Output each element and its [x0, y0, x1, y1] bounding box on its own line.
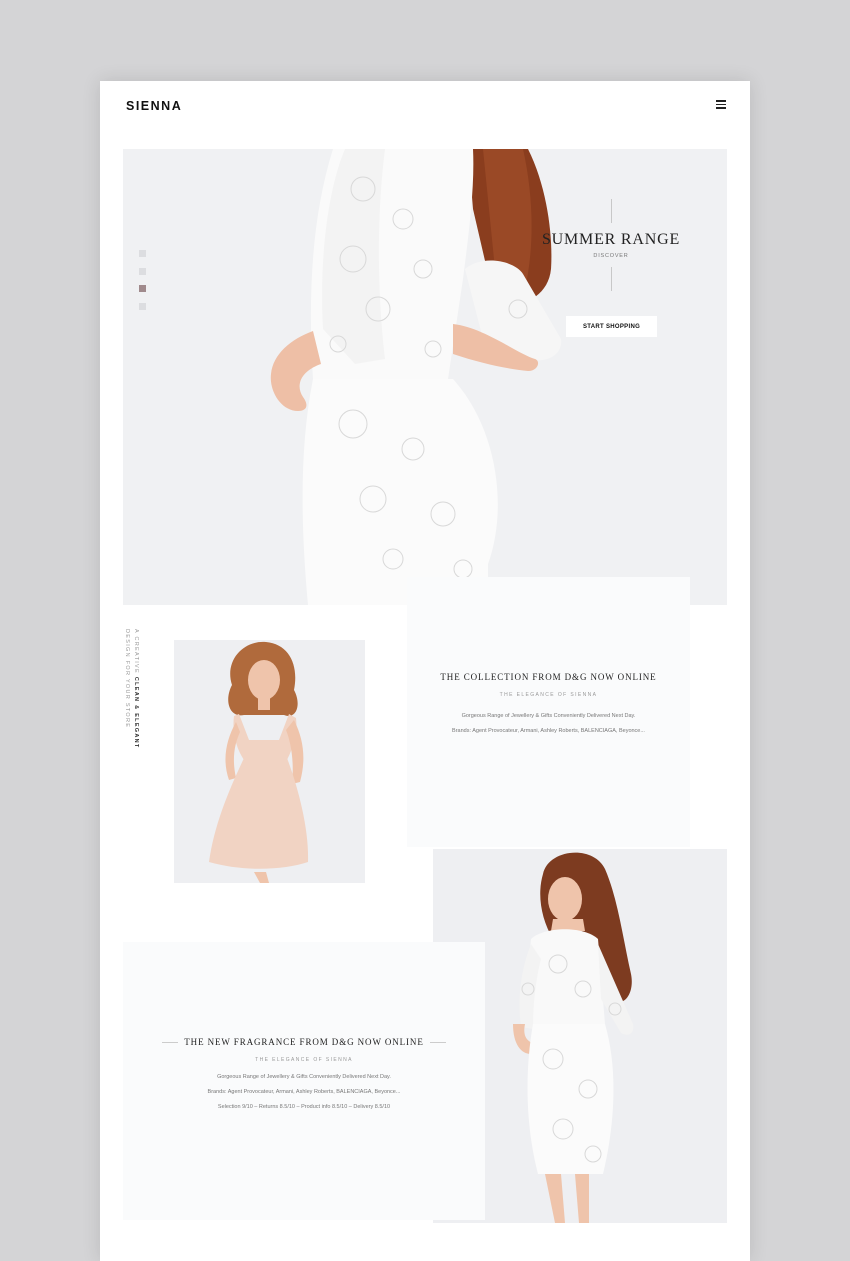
collection-description: Gorgeous Range of Jewellery & Gifts Conv…: [407, 709, 690, 739]
divider: [610, 267, 612, 291]
collection-card: THE COLLECTION FROM D&G NOW ONLINE THE E…: [407, 577, 690, 847]
divider: [162, 1041, 179, 1043]
tagline-line2: DESIGN FOR YOUR STORE: [124, 629, 130, 729]
description-line: Selection 9/10 – Returns 8.5/10 – Produc…: [217, 1104, 391, 1110]
divider: [610, 199, 612, 223]
hero-title: SUMMER RANGE: [541, 231, 681, 248]
slider-dot-active[interactable]: [139, 285, 146, 292]
page: SIENNA SUMMER RANGE DISCOVER START SHOPP…: [100, 81, 750, 1261]
slider-dot[interactable]: [139, 267, 146, 275]
slider-dots: [139, 250, 146, 320]
fragrance-title[interactable]: THE NEW FRAGRANCE FROM D&G NOW ONLINE: [184, 1037, 423, 1047]
description-line: Gorgeous Range of Jewellery & Gifts Conv…: [217, 1074, 391, 1080]
logo[interactable]: SIENNA: [126, 99, 182, 113]
product-image-peach-dress[interactable]: [174, 640, 365, 883]
slider-dot[interactable]: [139, 302, 146, 310]
peach-dress-model: [209, 641, 309, 883]
hamburger-menu-icon[interactable]: [716, 100, 726, 109]
hero-slider: SUMMER RANGE DISCOVER START SHOPPING: [123, 149, 727, 605]
hero-subtitle-link[interactable]: DISCOVER: [537, 253, 685, 259]
description-line: Brands: Agent Provocateur, Armani, Ashle…: [452, 728, 645, 734]
fragrance-description: Gorgeous Range of Jewellery & Gifts Conv…: [123, 1070, 485, 1115]
fragrance-subtitle: THE ELEGANCE OF SIENNA: [255, 1057, 353, 1063]
fragrance-card: THE NEW FRAGRANCE FROM D&G NOW ONLINE TH…: [123, 942, 485, 1220]
vertical-tagline: A CREATIVE CLEAN & ELEGANT DESIGN FOR YO…: [122, 629, 140, 749]
tagline-prefix: A CREATIVE: [133, 629, 139, 677]
fragrance-title-row: THE NEW FRAGRANCE FROM D&G NOW ONLINE: [123, 1037, 485, 1047]
slider-dot[interactable]: [139, 250, 146, 257]
start-shopping-button[interactable]: START SHOPPING: [566, 316, 657, 337]
collection-title[interactable]: THE COLLECTION FROM D&G NOW ONLINE: [407, 672, 690, 682]
hero-caption: SUMMER RANGE DISCOVER: [537, 199, 685, 291]
collection-subtitle: THE ELEGANCE OF SIENNA: [499, 692, 598, 698]
description-line: Brands: Agent Provocateur, Armani, Ashle…: [207, 1089, 401, 1095]
description-line: Gorgeous Range of Jewellery & Gifts Conv…: [461, 713, 636, 719]
divider: [429, 1041, 446, 1043]
tagline-bold: CLEAN & ELEGANT: [133, 676, 139, 749]
